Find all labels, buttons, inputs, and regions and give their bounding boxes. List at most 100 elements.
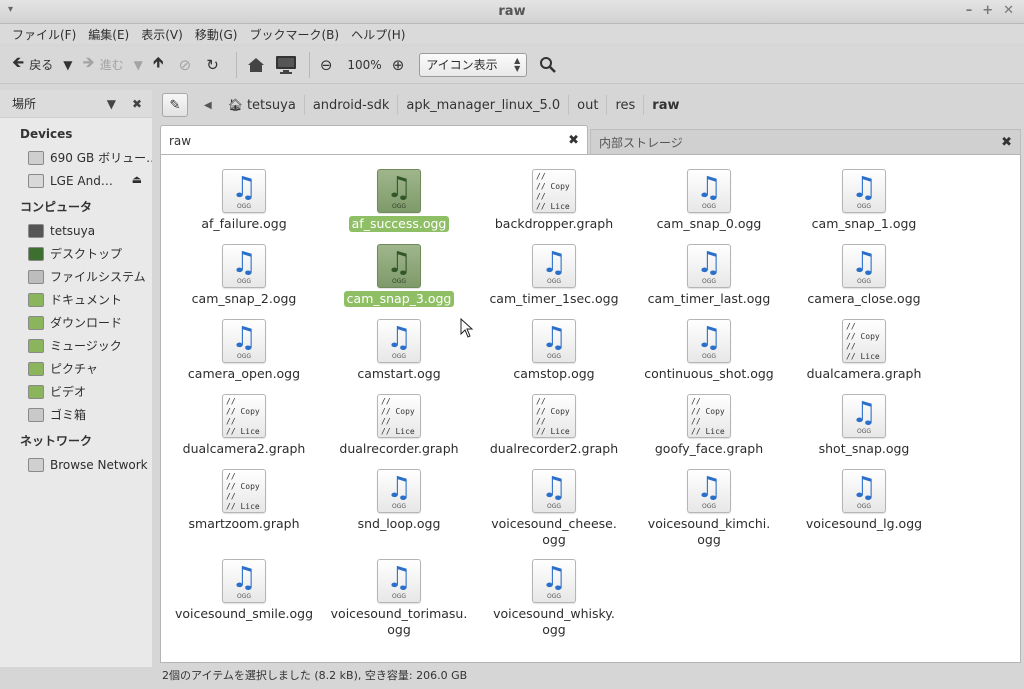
home-button[interactable]: [247, 51, 265, 79]
sidebar-item-trash[interactable]: ゴミ箱: [0, 403, 152, 426]
file-item[interactable]: ♫ OGG cam_snap_0.ogg: [639, 169, 779, 232]
folder-pictures-icon: [28, 361, 44, 376]
file-type-tag: OGG: [856, 278, 872, 285]
file-item[interactable]: ♫ OGG shot_snap.ogg: [794, 394, 934, 457]
file-item[interactable]: ♫ OGG voicesound_kimchi. ogg: [639, 469, 779, 548]
breadcrumb-label: out: [577, 97, 599, 113]
zoom-out-button[interactable]: ⊖: [320, 51, 338, 79]
file-item[interactable]: ♫ OGG camstop.ogg: [484, 319, 624, 382]
menu-go[interactable]: 移動(G): [189, 24, 244, 44]
title-bar: ▾ raw – + ✕: [0, 0, 1024, 24]
sidebar-header: 場所 ▼ ✖: [0, 90, 152, 118]
view-mode-select[interactable]: アイコン表示 ▲ ▼: [419, 52, 528, 77]
breadcrumb-item[interactable]: apk_manager_linux_5.0: [398, 95, 570, 115]
file-item[interactable]: ♫ OGG cam_timer_1sec.ogg: [484, 244, 624, 307]
file-icon-view[interactable]: ♫ OGG af_failure.ogg ♫ OGG af_success.ogg// /…: [160, 154, 1021, 663]
file-name: cam_snap_3.ogg: [343, 291, 455, 307]
sidebar-item-folder-videos[interactable]: ビデオ: [0, 380, 152, 403]
music-note-icon: ♫: [696, 470, 722, 504]
file-item[interactable]: ♫ OGG snd_loop.ogg: [329, 469, 469, 532]
breadcrumb-item[interactable]: raw: [644, 95, 687, 115]
file-item[interactable]: // // Copy // // Lice dualrecorder.graph: [329, 394, 469, 457]
monitor-icon: [275, 55, 296, 74]
music-note-icon: ♫: [386, 320, 412, 354]
audio-file-icon: ♫ OGG: [687, 319, 731, 363]
sidebar-splitter[interactable]: [152, 90, 160, 667]
file-item[interactable]: // // Copy // // Lice dualrecorder2.graph: [484, 394, 624, 457]
maximize-icon[interactable]: +: [982, 3, 993, 18]
sidebar-item-network[interactable]: Browse Network: [0, 453, 152, 476]
up-button[interactable]: 🡹: [153, 51, 169, 79]
back-button[interactable]: 🡸 戻る: [12, 51, 53, 79]
file-item[interactable]: // // Copy // // Lice goofy_face.graph: [639, 394, 779, 457]
text-file-icon: // // Copy // // Lice: [222, 394, 266, 438]
menu-help[interactable]: ヘルプ(H): [345, 24, 411, 44]
file-item[interactable]: ♫ OGG voicesound_smile.ogg: [174, 559, 314, 622]
sidebar-item-desktop[interactable]: デスクトップ: [0, 242, 152, 265]
close-tab-icon[interactable]: ✖: [1001, 135, 1012, 150]
menu-file[interactable]: ファイル(F): [6, 24, 82, 44]
tab-raw[interactable]: raw ✖: [160, 125, 588, 155]
breadcrumb-item[interactable]: 🏠︎ tetsuya: [220, 95, 305, 115]
eject-icon[interactable]: ⏏: [132, 173, 142, 186]
file-item[interactable]: ♫ OGG cam_timer_last.ogg: [639, 244, 779, 307]
file-name: voicesound_torimasu. ogg: [330, 606, 468, 637]
zoom-level[interactable]: 100%: [347, 51, 381, 79]
reload-button[interactable]: ↻: [206, 51, 224, 79]
sidebar-item-folder-music[interactable]: ミュージック: [0, 334, 152, 357]
file-item[interactable]: ♫ OGG camstart.ogg: [329, 319, 469, 382]
breadcrumb-item[interactable]: res: [607, 95, 645, 115]
sidebar-item-folder-documents[interactable]: ドキュメント: [0, 288, 152, 311]
file-type-tag: OGG: [701, 278, 717, 285]
breadcrumb-item[interactable]: out: [569, 95, 608, 115]
computer-button[interactable]: [275, 51, 297, 79]
close-tab-icon[interactable]: ✖: [568, 133, 579, 148]
file-item[interactable]: ♫ OGG voicesound_torimasu. ogg: [329, 559, 469, 638]
file-item[interactable]: ♫ OGG voicesound_cheese. ogg: [484, 469, 624, 548]
file-item[interactable]: ♫ OGG camera_close.ogg: [794, 244, 934, 307]
sidebar-item-label: 690 GB ボリュー…: [50, 151, 159, 165]
sidebar-title[interactable]: 場所: [12, 95, 36, 112]
file-item[interactable]: // // Copy // // Lice dualcamera2.graph: [174, 394, 314, 457]
breadcrumb-scroll-left-icon[interactable]: ◀: [204, 100, 212, 111]
stop-button[interactable]: ⊘: [179, 51, 197, 79]
forward-button[interactable]: 🡺 進む: [82, 51, 123, 79]
sidebar-item-device[interactable]: LGE And… ⏏: [0, 169, 152, 192]
file-preview-text: // // Copy // // Lice: [226, 472, 260, 511]
file-item[interactable]: // // Copy // // Lice smartzoom.graph: [174, 469, 314, 532]
sidebar-item-filesystem[interactable]: ファイルシステム: [0, 265, 152, 288]
file-type-tag: OGG: [391, 593, 407, 600]
music-note-icon: ♫: [541, 560, 567, 594]
sidebar-item-folder-download[interactable]: ダウンロード: [0, 311, 152, 334]
file-item[interactable]: ♫ OGG cam_snap_3.ogg: [329, 244, 469, 307]
minimize-icon[interactable]: –: [966, 3, 973, 18]
forward-history-button[interactable]: ▼: [134, 51, 143, 79]
close-icon[interactable]: ✕: [1003, 3, 1014, 18]
file-item[interactable]: ♫ OGG camera_open.ogg: [174, 319, 314, 382]
edit-location-button[interactable]: ✎: [162, 93, 188, 117]
breadcrumb-item[interactable]: android-sdk: [305, 95, 399, 115]
file-item[interactable]: // // Copy // // Lice dualcamera.graph: [794, 319, 934, 382]
file-item[interactable]: ♫ OGG voicesound_lg.ogg: [794, 469, 934, 532]
chevron-down-icon[interactable]: ▼: [107, 97, 116, 111]
file-item[interactable]: ♫ OGG af_success.ogg: [329, 169, 469, 232]
menu-view[interactable]: 表示(V): [135, 24, 189, 44]
chevron-down-icon: ▼: [63, 57, 73, 72]
file-item[interactable]: ♫ OGG cam_snap_2.ogg: [174, 244, 314, 307]
file-item[interactable]: ♫ OGG voicesound_whisky. ogg: [484, 559, 624, 638]
file-item[interactable]: ♫ OGG continuous_shot.ogg: [639, 319, 779, 382]
close-icon[interactable]: ✖: [132, 97, 142, 111]
menu-edit[interactable]: 編集(E): [82, 24, 135, 44]
file-item[interactable]: // // Copy // // Lice backdropper.graph: [484, 169, 624, 232]
sidebar-item-home[interactable]: tetsuya: [0, 219, 152, 242]
sidebar-item-folder-pictures[interactable]: ピクチャ: [0, 357, 152, 380]
menu-bookmarks[interactable]: ブックマーク(B): [243, 24, 345, 44]
file-item[interactable]: ♫ OGG af_failure.ogg: [174, 169, 314, 232]
search-button[interactable]: [539, 51, 557, 79]
file-item[interactable]: ♫ OGG cam_snap_1.ogg: [794, 169, 934, 232]
tab-internal-storage[interactable]: 内部ストレージ ✖: [590, 129, 1021, 155]
back-history-button[interactable]: ▼: [63, 51, 72, 79]
sidebar-item-hdd[interactable]: 690 GB ボリュー…: [0, 146, 158, 169]
zoom-in-button[interactable]: ⊕: [392, 51, 410, 79]
file-type-tag: OGG: [236, 203, 252, 210]
